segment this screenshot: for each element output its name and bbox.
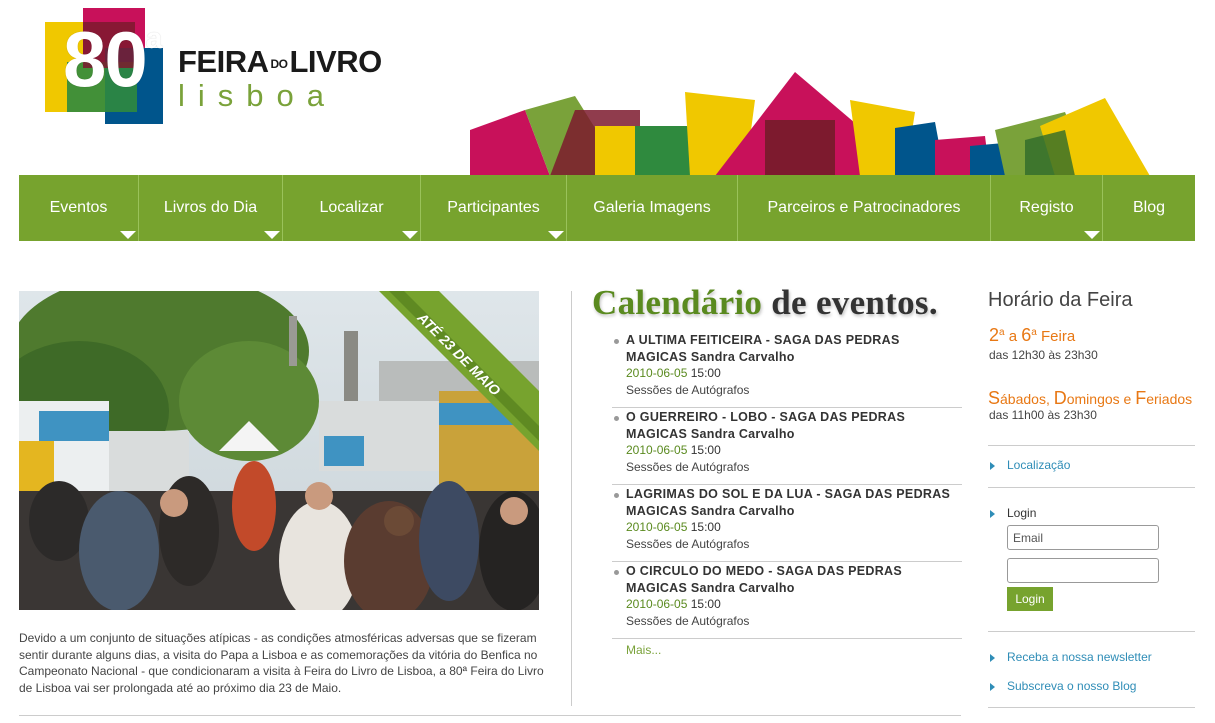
nav-item-parceiros[interactable]: Parceiros e Patrocinadores — [738, 175, 991, 241]
event-item[interactable]: LAGRIMAS DO SOL E DA LUA - SAGA DAS PEDR… — [612, 486, 962, 562]
intro-paragraph: Devido a um conjunto de situações atípic… — [19, 631, 544, 695]
logo-title: FEIRA DOLIVRO — [178, 44, 382, 79]
main-nav: Eventos Livros do Dia Localizar Particip… — [19, 175, 1195, 241]
nav-item-registo[interactable]: Registo — [991, 175, 1103, 241]
event-type: Sessões de Autógrafos — [626, 460, 750, 474]
nav-label: Parceiros e Patrocinadores — [767, 199, 961, 216]
featured-photo[interactable]: ATÉ 23 DE MAIO — [19, 291, 539, 610]
dropdown-arrow-icon — [548, 231, 564, 239]
event-item[interactable]: O GUERREIRO - LOBO - SAGA DAS PEDRAS MAG… — [612, 409, 962, 485]
nav-label: Blog — [1132, 199, 1166, 216]
bullet-icon — [614, 339, 619, 344]
event-datetime: 2010-06-05 15:00 — [626, 597, 721, 611]
header-decorative-banner — [470, 72, 1150, 176]
event-type: Sessões de Autógrafos — [626, 383, 750, 397]
sidebar-divider — [988, 445, 1195, 446]
nav-label: Registo — [1019, 199, 1074, 216]
site-logo[interactable]: 80a FEIRA DOLIVRO lisboa — [45, 8, 382, 133]
bullet-icon — [614, 416, 619, 421]
event-item[interactable]: A ULTIMA FEITICEIRA - SAGA DAS PEDRAS MA… — [612, 332, 962, 408]
nav-item-participantes[interactable]: Participantes — [421, 175, 567, 241]
event-title[interactable]: O CIRCULO DO MEDO - SAGA DAS PEDRAS MAGI… — [626, 563, 962, 596]
weekday-hours: das 12h30 às 23h30 — [989, 348, 1098, 362]
nav-item-blog[interactable]: Blog — [1103, 175, 1195, 241]
logo-number: 80a — [63, 15, 162, 103]
nav-label: Galeria Imagens — [593, 199, 711, 216]
event-type: Sessões de Autógrafos — [626, 537, 750, 551]
sidebar-divider — [988, 631, 1195, 632]
bottom-divider — [19, 715, 961, 716]
arrow-right-icon — [990, 509, 995, 518]
sidebar-divider — [988, 487, 1195, 488]
event-type: Sessões de Autógrafos — [626, 614, 750, 628]
nav-label: Participantes — [447, 199, 540, 216]
password-field[interactable] — [1007, 558, 1159, 583]
newsletter-link[interactable]: Receba a nossa newsletter — [990, 650, 1152, 664]
arrow-right-icon — [990, 653, 995, 662]
login-button[interactable]: Login — [1007, 587, 1053, 611]
arrow-right-icon — [990, 682, 995, 691]
weekday-label: 2a a 6a Feira — [989, 325, 1076, 345]
nav-label: Livros do Dia — [163, 199, 258, 216]
blog-subscribe-link[interactable]: Subscreva o nosso Blog — [990, 679, 1136, 693]
nav-item-localizar[interactable]: Localizar — [283, 175, 421, 241]
dropdown-arrow-icon — [264, 231, 280, 239]
email-field[interactable] — [1007, 525, 1159, 550]
dropdown-arrow-icon — [402, 231, 418, 239]
nav-item-eventos[interactable]: Eventos — [19, 175, 139, 241]
location-link[interactable]: Localização — [990, 458, 1070, 472]
logo-city: lisboa — [178, 78, 337, 113]
schedule-title: Horário da Feira — [988, 289, 1133, 311]
weekend-label: Sábados, Domingos e Feriados — [988, 388, 1193, 408]
nav-label: Eventos — [49, 199, 108, 216]
event-datetime: 2010-06-05 15:00 — [626, 520, 721, 534]
event-item[interactable]: O CIRCULO DO MEDO - SAGA DAS PEDRAS MAGI… — [612, 563, 962, 639]
event-title[interactable]: A ULTIMA FEITICEIRA - SAGA DAS PEDRAS MA… — [626, 332, 962, 365]
login-section-label: Login — [990, 506, 1036, 520]
sidebar-divider — [988, 707, 1195, 708]
nav-item-galeria-imagens[interactable]: Galeria Imagens — [567, 175, 738, 241]
event-list: A ULTIMA FEITICEIRA - SAGA DAS PEDRAS MA… — [612, 332, 962, 640]
event-title[interactable]: O GUERREIRO - LOBO - SAGA DAS PEDRAS MAG… — [626, 409, 962, 442]
event-title[interactable]: LAGRIMAS DO SOL E DA LUA - SAGA DAS PEDR… — [626, 486, 962, 519]
bullet-icon — [614, 493, 619, 498]
nav-label: Localizar — [319, 199, 384, 216]
event-datetime: 2010-06-05 15:00 — [626, 366, 721, 380]
column-divider — [571, 291, 572, 706]
book-fair-crowd-image — [19, 291, 539, 610]
event-datetime: 2010-06-05 15:00 — [626, 443, 721, 457]
nav-item-livros-do-dia[interactable]: Livros do Dia — [139, 175, 283, 241]
more-events-link[interactable]: Mais... — [626, 643, 661, 657]
arrow-right-icon — [990, 461, 995, 470]
dropdown-arrow-icon — [1084, 231, 1100, 239]
bullet-icon — [614, 570, 619, 575]
weekend-hours: das 11h00 às 23h30 — [989, 408, 1097, 422]
dropdown-arrow-icon — [120, 231, 136, 239]
calendar-title: Calendário de eventos. — [592, 283, 938, 322]
